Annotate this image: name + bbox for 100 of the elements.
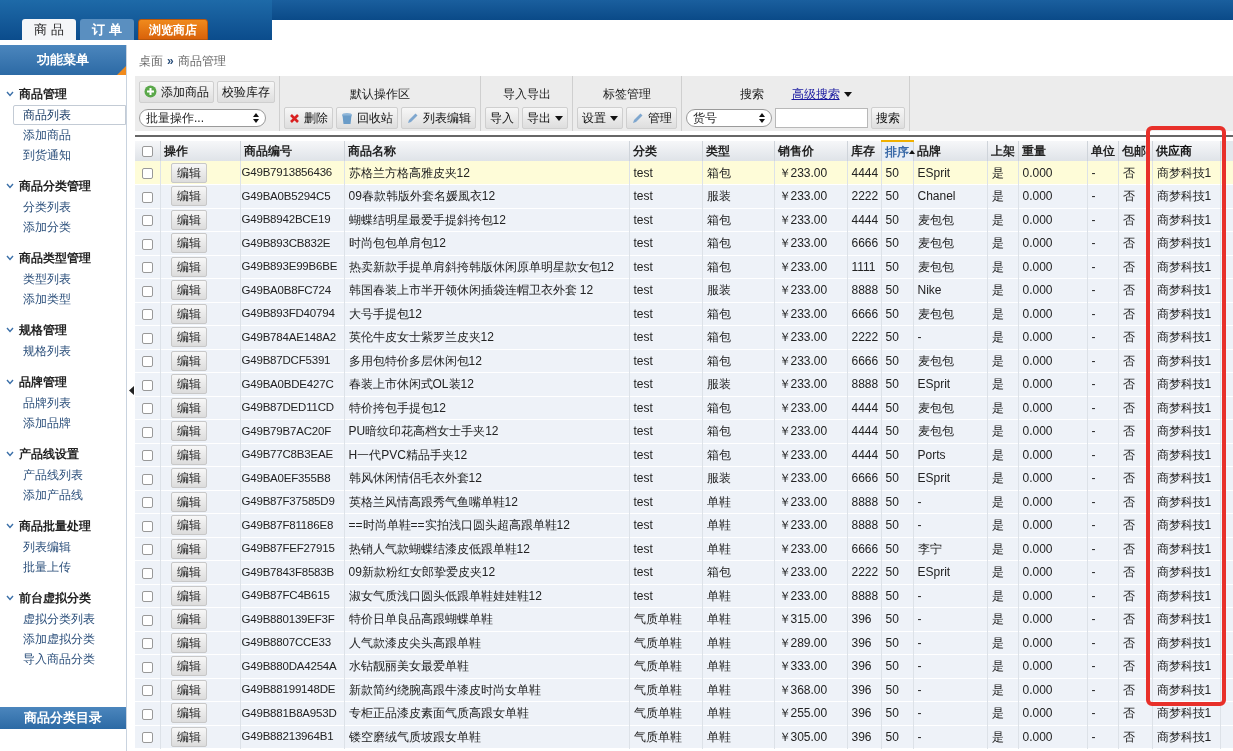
edit-button[interactable]: 编辑	[170, 397, 207, 418]
column-header[interactable]: 商品名称	[347, 144, 396, 158]
column-header[interactable]: 供应商	[1155, 144, 1192, 158]
menu-item[interactable]: 导入商品分类	[13, 649, 126, 669]
row-checkbox[interactable]	[141, 473, 153, 485]
row-checkbox[interactable]	[141, 238, 153, 250]
table-row[interactable]: 编辑 G49B880139EF3F 特价日单良品高跟蝴蝶单鞋 气质单鞋 单鞋 ￥315.00 396 50 - 是 0.000 - 否 商梦科技1	[135, 607, 1233, 631]
row-checkbox[interactable]	[141, 332, 153, 344]
toolbar-button[interactable]: 校验库存	[217, 80, 275, 103]
edit-button[interactable]: 编辑	[170, 233, 207, 254]
advanced-search-link[interactable]: 高级搜索	[791, 85, 852, 103]
row-checkbox[interactable]	[141, 661, 153, 673]
row-checkbox[interactable]	[141, 262, 153, 274]
menu-item[interactable]: 分类列表	[13, 197, 126, 217]
edit-button[interactable]: 编辑	[170, 609, 207, 630]
menu-item[interactable]: 到货通知	[13, 145, 126, 165]
menu-item[interactable]: 产品线列表	[13, 465, 126, 485]
table-row[interactable]: 编辑 G49B87DED11CD 特价挎包手提包12 test 箱包 ￥233.00 4444 50 麦包包 是 0.000 - 否 商梦科技1	[135, 396, 1233, 420]
dropdown-button[interactable]: 设置	[577, 107, 623, 129]
edit-button[interactable]: 编辑	[170, 679, 207, 700]
toolbar-button[interactable]: 导入	[485, 107, 519, 129]
edit-button[interactable]: 编辑	[170, 585, 207, 606]
nav-tab[interactable]: 商 品	[22, 19, 76, 40]
search-field[interactable]	[775, 108, 868, 128]
select-dropdown[interactable]: 货号	[686, 109, 772, 127]
menu-item[interactable]: 添加产品线	[13, 485, 126, 505]
edit-button[interactable]: 编辑	[170, 280, 207, 301]
menu-item[interactable]: 批量上传	[13, 557, 126, 577]
row-checkbox[interactable]	[141, 191, 153, 203]
row-checkbox[interactable]	[141, 708, 153, 720]
menu-group-header[interactable]: 前台虚拟分类	[0, 587, 126, 609]
edit-button[interactable]: 编辑	[170, 468, 207, 489]
trash-button[interactable]: 回收站	[336, 107, 398, 129]
table-row[interactable]: 编辑 G49B893FD40794 大号手提包12 test 箱包 ￥233.00 6666 50 麦包包 是 0.000 - 否 商梦科技1	[135, 302, 1233, 326]
edit-button[interactable]: 编辑	[170, 374, 207, 395]
select-dropdown[interactable]: 批量操作...	[139, 108, 266, 127]
row-checkbox[interactable]	[141, 426, 153, 438]
edit-button[interactable]: 编辑	[170, 538, 207, 559]
table-row[interactable]: 编辑 G49B7843F8583B 09新款粉红女郎挚爱皮夹12 test 箱包 ￥233.00 2222 50 ESprit 是 0.000 - 否 商梦科技1	[135, 560, 1233, 584]
column-header[interactable]: 销售价	[777, 144, 814, 158]
table-row[interactable]: 编辑 G49B88199148DE 新款简约绕腕高跟牛漆皮时尚女单鞋 气质单鞋 单鞋 ￥368.00 396 50 - 是 0.000 - 否 商梦科技1	[135, 678, 1233, 702]
row-checkbox[interactable]	[141, 450, 153, 462]
column-header[interactable]: 上架	[990, 144, 1015, 158]
column-header[interactable]: 包邮	[1121, 144, 1146, 158]
edit-button[interactable]: 编辑	[170, 303, 207, 324]
menu-group-header[interactable]: 商品管理	[0, 83, 126, 105]
column-header[interactable]: 重量	[1021, 144, 1046, 158]
menu-item[interactable]: 类型列表	[13, 269, 126, 289]
edit-button[interactable]: 编辑	[170, 209, 207, 230]
table-row[interactable]: 编辑 G49B87F37585D9 英格兰风情高跟秀气鱼嘴单鞋12 test 单鞋 ￥233.00 8888 50 - 是 0.000 - 否 商梦科技1	[135, 490, 1233, 514]
edit-button[interactable]: 管理	[626, 107, 677, 129]
menu-item[interactable]: 虚拟分类列表	[13, 609, 126, 629]
row-checkbox[interactable]	[141, 497, 153, 509]
row-checkbox[interactable]	[141, 285, 153, 297]
add-button[interactable]: 添加商品	[139, 80, 214, 103]
table-row[interactable]: 编辑 G49B87FEF27915 热销人气款蝴蝶结漆皮低跟单鞋12 test 单鞋 ￥233.00 6666 50 李宁 是 0.000 - 否 商梦科技1	[135, 537, 1233, 561]
menu-item[interactable]: 品牌列表	[13, 393, 126, 413]
edit-button[interactable]: 编辑	[170, 256, 207, 277]
row-checkbox[interactable]	[141, 638, 153, 650]
table-row[interactable]: 编辑 G49BA0B5294C5 09春款韩版外套名媛風衣12 test 服装 ￥233.00 2222 50 Chanel 是 0.000 - 否 商梦科技1	[135, 184, 1233, 208]
row-checkbox[interactable]	[141, 685, 153, 697]
table-row[interactable]: 编辑 G49B893E99B6BE 热卖新款手提单肩斜挎韩版休闲原单明星款女包12 test 箱包 ￥233.00 1111 50 麦包包 是 0.000 - 否 商梦科技1	[135, 255, 1233, 279]
row-checkbox[interactable]	[141, 520, 153, 532]
edit-button[interactable]: 编辑	[170, 327, 207, 348]
table-row[interactable]: 编辑 G49B784AE148A2 英伦牛皮女士紫罗兰皮夹12 test 箱包 ￥233.00 2222 50 - 是 0.000 - 否 商梦科技1	[135, 325, 1233, 349]
menu-group-header[interactable]: 商品分类管理	[0, 175, 126, 197]
edit-button[interactable]: 编辑	[170, 444, 207, 465]
edit-button[interactable]: 编辑	[170, 421, 207, 442]
menu-group-header[interactable]: 商品批量处理	[0, 515, 126, 537]
collapse-arrow-icon[interactable]	[128, 385, 134, 395]
edit-button[interactable]: 编辑	[170, 726, 207, 747]
row-checkbox[interactable]	[141, 614, 153, 626]
delete-button[interactable]: 删除	[284, 107, 333, 129]
column-header[interactable]: 品牌	[916, 144, 941, 158]
row-checkbox[interactable]	[141, 167, 153, 179]
row-checkbox[interactable]	[141, 379, 153, 391]
edit-button[interactable]: 编辑	[170, 703, 207, 724]
edit-button[interactable]: 编辑	[170, 350, 207, 371]
table-row[interactable]: 编辑 G49B881B8A953D 专柜正品漆皮素面气质高跟女单鞋 气质单鞋 单鞋 ￥255.00 396 50 - 是 0.000 - 否 商梦科技1	[135, 701, 1233, 725]
edit-button[interactable]: 编辑	[170, 562, 207, 583]
menu-group-header[interactable]: 品牌管理	[0, 371, 126, 393]
edit-button[interactable]: 编辑	[170, 632, 207, 653]
category-panel-header[interactable]: 商品分类目录	[0, 707, 126, 729]
table-row[interactable]: 编辑 G49BA0BDE427C 春装上市休闲式OL装12 test 服装 ￥233.00 8888 50 ESprit 是 0.000 - 否 商梦科技1	[135, 372, 1233, 396]
menu-group-header[interactable]: 产品线设置	[0, 443, 126, 465]
menu-item[interactable]: 添加类型	[13, 289, 126, 309]
row-checkbox[interactable]	[141, 403, 153, 415]
edit-button[interactable]: 列表编辑	[401, 107, 476, 129]
row-checkbox[interactable]	[141, 544, 153, 556]
table-row[interactable]: 编辑 G49B77C8B3EAE H一代PVC精品手夹12 test 箱包 ￥233.00 4444 50 Ports 是 0.000 - 否 商梦科技1	[135, 443, 1233, 467]
table-row[interactable]: 编辑 G49B880DA4254A 水钻靓丽美女最爱单鞋 气质单鞋 单鞋 ￥333.00 396 50 - 是 0.000 - 否 商梦科技1	[135, 654, 1233, 678]
menu-item[interactable]: 添加虚拟分类	[13, 629, 126, 649]
menu-item[interactable]: 添加品牌	[13, 413, 126, 433]
column-header[interactable]: 库存	[850, 144, 875, 158]
dropdown-button[interactable]: 导出	[522, 107, 568, 129]
menu-item[interactable]: 添加商品	[13, 125, 126, 145]
table-row[interactable]: 编辑 G49B87FC4B615 淑女气质浅口圆头低跟单鞋娃娃鞋12 test 单鞋 ￥233.00 8888 50 - 是 0.000 - 否 商梦科技1	[135, 584, 1233, 608]
select-all-checkbox[interactable]	[141, 146, 153, 158]
menu-group-header[interactable]: 规格管理	[0, 319, 126, 341]
menu-group-header[interactable]: 商品类型管理	[0, 247, 126, 269]
